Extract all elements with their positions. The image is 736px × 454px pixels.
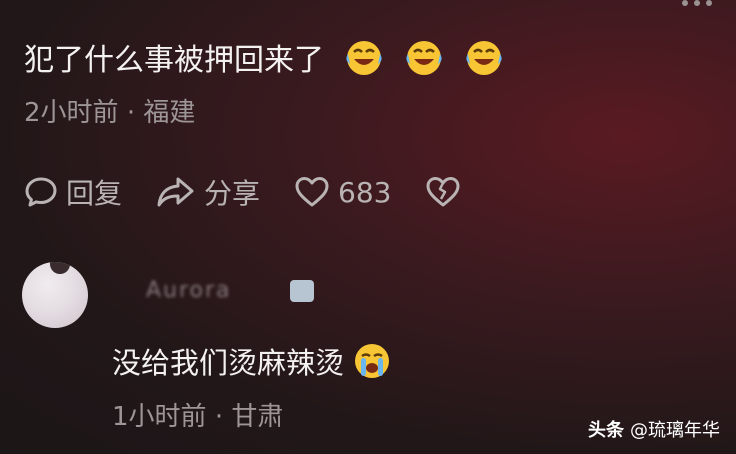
rofl-emoji-icon	[466, 41, 502, 75]
watermark-handle: @琉璃年华	[630, 420, 720, 441]
reply-label: 回复	[66, 177, 123, 210]
more-options-icon[interactable]	[682, 0, 712, 6]
comment-body: 犯了什么事被押回来了	[24, 35, 504, 79]
rofl-emoji-icon	[406, 41, 442, 75]
comment-text: 犯了什么事被押回来了	[24, 43, 324, 78]
meta-separator: ·	[126, 98, 136, 128]
share-label: 分享	[204, 177, 261, 210]
comment-time: 2小时前	[24, 98, 119, 128]
crying-emoji-icon	[355, 344, 390, 378]
meta-separator: ·	[214, 402, 224, 432]
reply-username[interactable]: Aurora	[146, 278, 232, 303]
comment-meta: 2小时前 · 福建	[24, 92, 195, 129]
user-badge-icon	[290, 280, 314, 302]
reply-button[interactable]: 回复	[24, 172, 122, 212]
rofl-emoji-icon	[346, 41, 382, 75]
heart-icon	[295, 177, 329, 207]
dislike-button[interactable]	[425, 175, 469, 209]
comment-bubble-icon	[25, 177, 57, 207]
watermark: 头条 @琉璃年华	[588, 416, 720, 442]
like-count: 683	[338, 175, 392, 209]
reply-body: 没给我们烫麻辣烫	[112, 340, 392, 382]
share-arrow-icon	[157, 177, 194, 207]
broken-heart-icon	[426, 177, 460, 207]
like-button[interactable]: 683	[294, 175, 391, 209]
reply-time: 1小时前	[112, 402, 207, 432]
reply-location: 甘肃	[231, 402, 284, 432]
reply-text: 没给我们烫麻辣烫	[112, 346, 345, 380]
reply-meta: 1小时前 · 甘肃	[112, 396, 283, 433]
watermark-brand: 头条	[588, 420, 624, 441]
comment-location: 福建	[143, 98, 196, 128]
avatar[interactable]	[22, 262, 88, 328]
share-button[interactable]: 分享	[156, 172, 260, 212]
comment-actions: 回复 分享 683	[24, 170, 503, 214]
